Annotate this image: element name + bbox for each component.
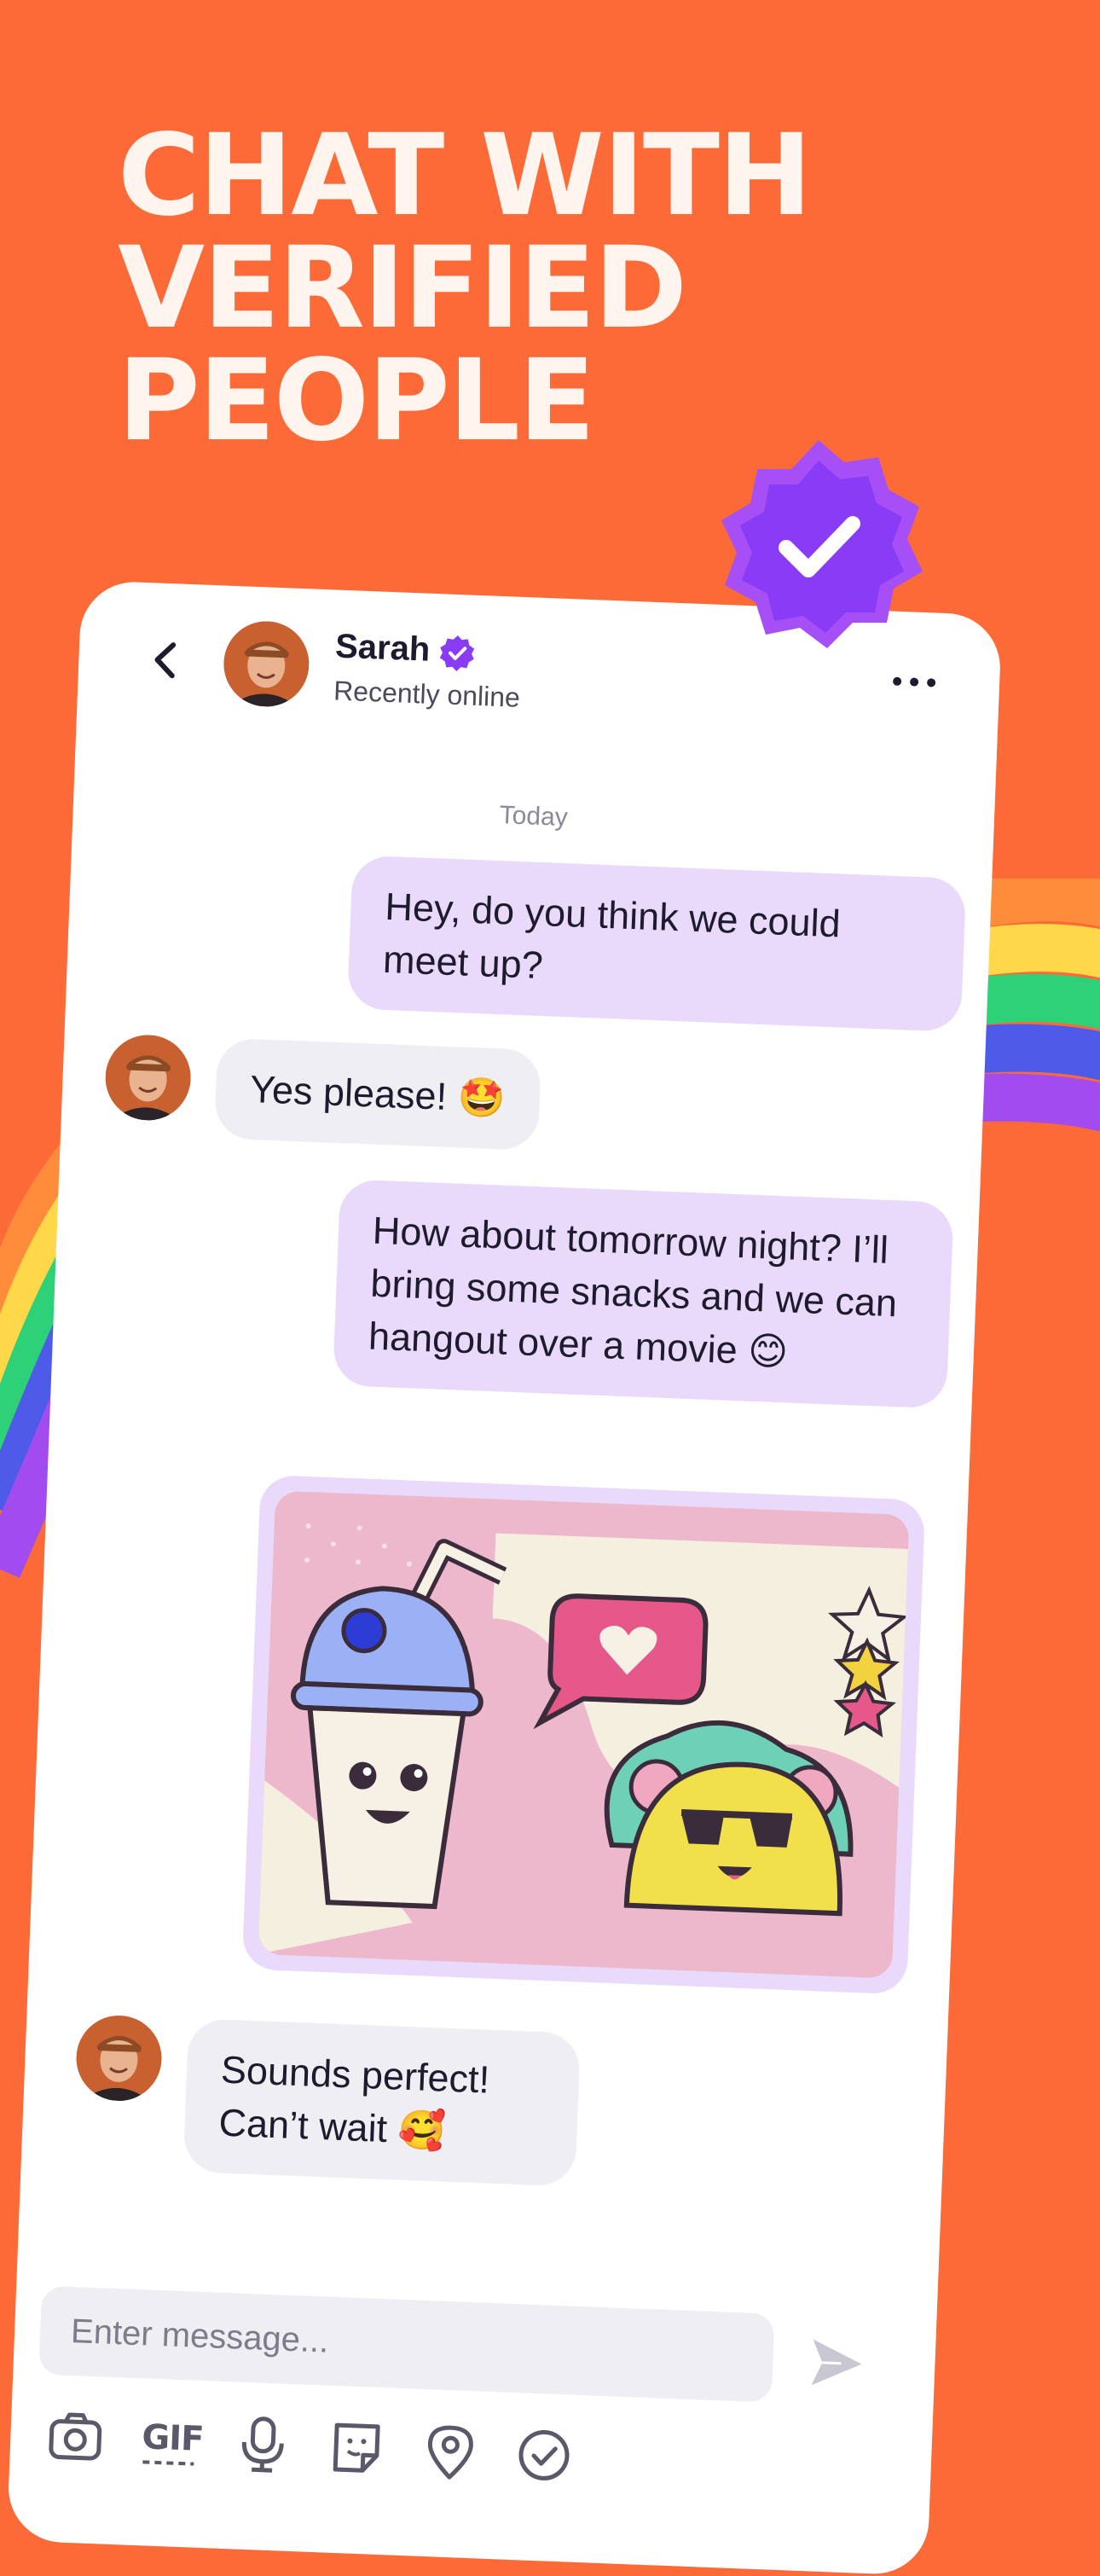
avatar[interactable] (222, 619, 311, 709)
day-separator: Today (499, 801, 569, 833)
more-horizontal-icon[interactable] (889, 670, 941, 693)
avatar[interactable] (103, 1033, 193, 1123)
promo-headline: CHAT WITH VERIFIED PEOPLE (118, 110, 812, 467)
check-circle-icon[interactable] (512, 2423, 576, 2487)
chevron-left-icon[interactable] (139, 634, 192, 687)
location-pin-icon[interactable] (419, 2420, 483, 2484)
headline-line-1: CHAT WITH (118, 110, 812, 241)
emoji: 🤩 (456, 1074, 507, 1122)
message-text: Hey, do you think we could meet up? (382, 884, 842, 988)
message-input[interactable] (38, 2285, 775, 2403)
message-bubble-outgoing[interactable]: Hey, do you think we could meet up? (346, 855, 967, 1032)
message-text: Sounds perfect! Can’t wait (217, 2047, 491, 2151)
emoji: 😊 (747, 1327, 790, 1375)
drink-and-taco-sticker (258, 1490, 910, 1979)
sticker-message[interactable] (241, 1474, 926, 1995)
contact-name[interactable]: Sarah (334, 627, 431, 669)
camera-icon[interactable] (43, 2405, 107, 2469)
sticker-icon[interactable] (325, 2416, 389, 2480)
contact-status: Recently online (333, 675, 521, 713)
gif-icon[interactable]: GIF (137, 2409, 204, 2473)
message-input-container[interactable] (38, 2285, 775, 2403)
message-text: How about tomorrow night? I’ll bring som… (368, 1208, 898, 1372)
avatar[interactable] (74, 2014, 164, 2103)
chat-screen: Sarah Recently online Today Hey, do you … (6, 580, 1003, 2576)
verified-badge-icon (439, 635, 475, 671)
headline-line-2: VERIFIED (118, 223, 687, 354)
emoji: 🥰 (397, 2106, 447, 2154)
headline-line-3: PEOPLE (118, 335, 595, 467)
message-text: Yes please! (249, 1067, 449, 1118)
message-bubble-outgoing[interactable]: How about tomorrow night? I’ll bring som… (332, 1179, 954, 1409)
message-bubble-incoming[interactable]: Yes please! 🤩 (213, 1037, 541, 1152)
message-bubble-incoming[interactable]: Sounds perfect! Can’t wait 🥰 (182, 2018, 582, 2187)
verified-badge-icon (721, 440, 923, 648)
microphone-icon[interactable] (231, 2412, 295, 2476)
